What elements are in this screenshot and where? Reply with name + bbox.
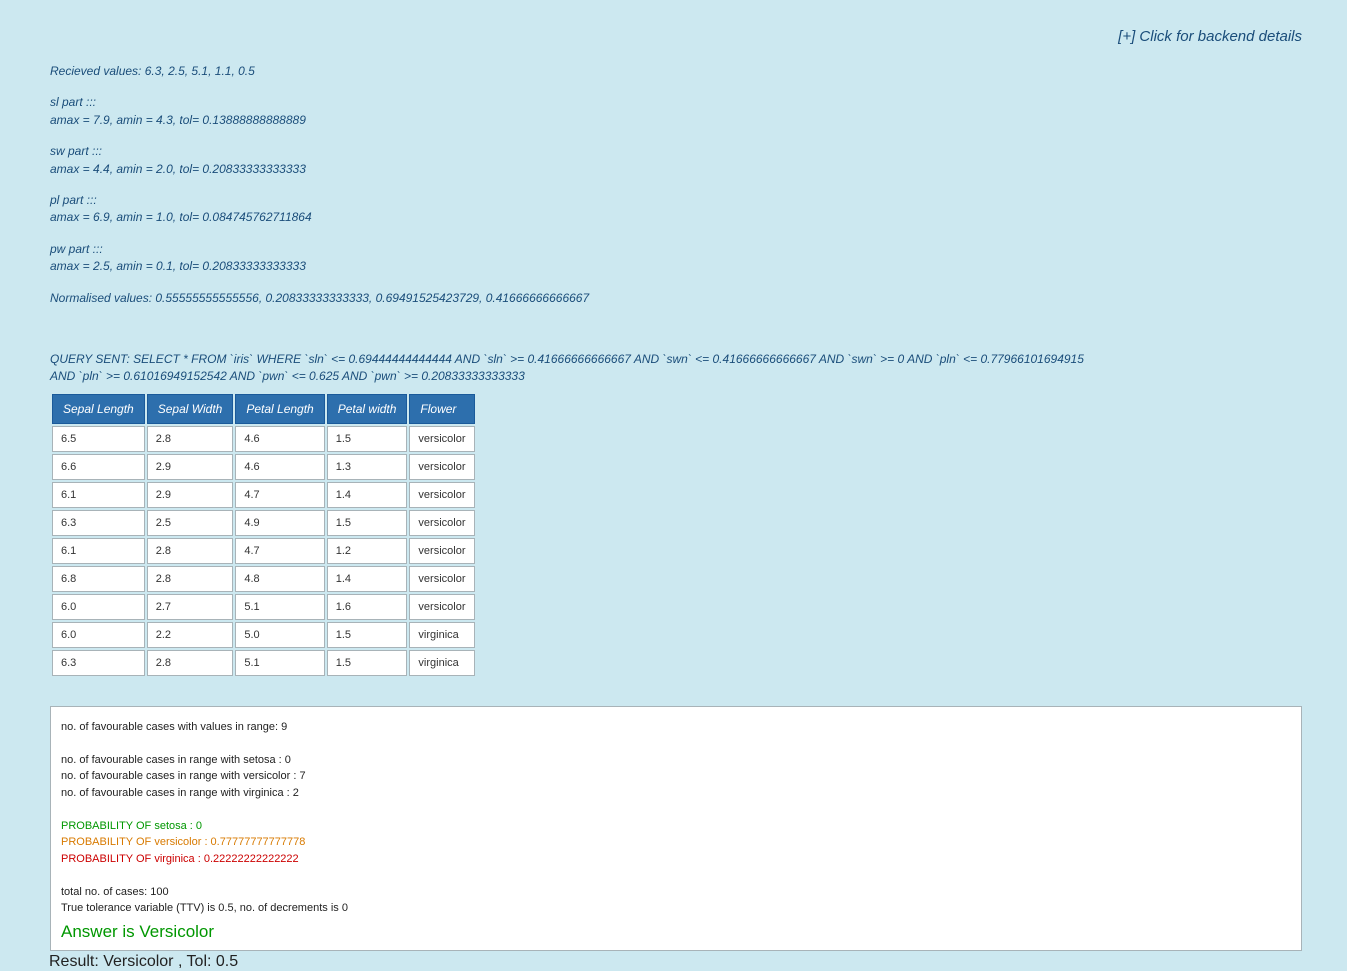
pw-part-values: amax = 2.5, amin = 0.1, tol= 0.208333333… [50, 259, 306, 273]
sl-part: sl part ::: amax = 7.9, amin = 4.3, tol=… [50, 94, 1302, 129]
table-cell: 4.9 [235, 510, 324, 536]
table-row: 6.12.84.71.2versicolor [52, 538, 475, 564]
table-cell: 4.6 [235, 454, 324, 480]
prob-versicolor: PROBABILITY OF versicolor : 0.7777777777… [61, 834, 1291, 851]
fav-virginica: no. of favourable cases in range with vi… [61, 785, 1291, 802]
table-row: 6.52.84.61.5versicolor [52, 426, 475, 452]
table-cell: 1.5 [327, 426, 408, 452]
table-cell: versicolor [409, 566, 474, 592]
table-cell: 6.3 [52, 510, 145, 536]
table-cell: 1.5 [327, 650, 408, 676]
table-cell: 2.8 [147, 650, 234, 676]
table-row: 6.32.85.11.5virginica [52, 650, 475, 676]
table-cell: 1.5 [327, 510, 408, 536]
table-cell: virginica [409, 650, 474, 676]
table-cell: versicolor [409, 538, 474, 564]
table-cell: 2.8 [147, 426, 234, 452]
table-cell: versicolor [409, 510, 474, 536]
table-cell: 2.5 [147, 510, 234, 536]
table-cell: 6.0 [52, 594, 145, 620]
normalised-values: Normalised values: 0.55555555555556, 0.2… [50, 290, 1302, 307]
prob-setosa: PROBABILITY OF setosa : 0 [61, 818, 1291, 835]
query-line-2: AND `pln` >= 0.61016949152542 AND `pwn` … [50, 369, 525, 383]
table-row: 6.12.94.71.4versicolor [52, 482, 475, 508]
table-cell: 5.1 [235, 650, 324, 676]
table-cell: 4.7 [235, 538, 324, 564]
table-cell: 2.9 [147, 454, 234, 480]
table-row: 6.02.25.01.5virginica [52, 622, 475, 648]
sl-part-label: sl part ::: [50, 95, 96, 109]
table-cell: 6.8 [52, 566, 145, 592]
total-cases: total no. of cases: 100 [61, 884, 1291, 901]
received-values: Recieved values: 6.3, 2.5, 5.1, 1.1, 0.5 [50, 63, 1302, 80]
sw-part: sw part ::: amax = 4.4, amin = 2.0, tol=… [50, 143, 1302, 178]
table-cell: 1.6 [327, 594, 408, 620]
table-cell: 2.9 [147, 482, 234, 508]
table-cell: 1.3 [327, 454, 408, 480]
pw-part-label: pw part ::: [50, 242, 103, 256]
table-cell: 6.5 [52, 426, 145, 452]
prob-virginica: PROBABILITY OF virginica : 0.22222222222… [61, 851, 1291, 868]
pw-part: pw part ::: amax = 2.5, amin = 0.1, tol=… [50, 241, 1302, 276]
sw-part-values: amax = 4.4, amin = 2.0, tol= 0.208333333… [50, 162, 306, 176]
table-cell: 6.3 [52, 650, 145, 676]
pl-part-values: amax = 6.9, amin = 1.0, tol= 0.084745762… [50, 210, 312, 224]
table-row: 6.02.75.11.6versicolor [52, 594, 475, 620]
fav-total: no. of favourable cases with values in r… [61, 719, 1291, 736]
table-header-2: Petal Length [235, 394, 324, 424]
table-cell: 2.8 [147, 538, 234, 564]
query-line-1: QUERY SENT: SELECT * FROM `iris` WHERE `… [50, 352, 1084, 366]
table-cell: 1.4 [327, 566, 408, 592]
pl-part-label: pl part ::: [50, 193, 97, 207]
table-cell: 1.5 [327, 622, 408, 648]
result-box: no. of favourable cases with values in r… [50, 706, 1302, 952]
table-cell: 1.4 [327, 482, 408, 508]
table-header-0: Sepal Length [52, 394, 145, 424]
table-cell: versicolor [409, 482, 474, 508]
table-cell: versicolor [409, 454, 474, 480]
table-row: 6.32.54.91.5versicolor [52, 510, 475, 536]
table-cell: versicolor [409, 426, 474, 452]
fav-setosa: no. of favourable cases in range with se… [61, 752, 1291, 769]
table-cell: 6.1 [52, 482, 145, 508]
ttv-line: True tolerance variable (TTV) is 0.5, no… [61, 900, 1291, 917]
sw-part-label: sw part ::: [50, 144, 102, 158]
table-cell: 6.6 [52, 454, 145, 480]
table-cell: 2.8 [147, 566, 234, 592]
table-row: 6.82.84.81.4versicolor [52, 566, 475, 592]
table-cell: 4.8 [235, 566, 324, 592]
table-cell: 4.7 [235, 482, 324, 508]
table-header-1: Sepal Width [147, 394, 234, 424]
table-row: 6.62.94.61.3versicolor [52, 454, 475, 480]
result-footer: Result: Versicolor , Tol: 0.5 [49, 953, 1302, 971]
backend-details-toggle[interactable]: [+] Click for backend details [50, 28, 1302, 45]
query-sent: QUERY SENT: SELECT * FROM `iris` WHERE `… [50, 351, 1302, 386]
table-cell: 6.1 [52, 538, 145, 564]
table-header-3: Petal width [327, 394, 408, 424]
table-cell: 4.6 [235, 426, 324, 452]
table-cell: 5.0 [235, 622, 324, 648]
table-cell: 5.1 [235, 594, 324, 620]
iris-results-table: Sepal LengthSepal WidthPetal LengthPetal… [50, 392, 477, 678]
table-cell: virginica [409, 622, 474, 648]
pl-part: pl part ::: amax = 6.9, amin = 1.0, tol=… [50, 192, 1302, 227]
table-cell: 1.2 [327, 538, 408, 564]
fav-versicolor: no. of favourable cases in range with ve… [61, 768, 1291, 785]
table-cell: 2.2 [147, 622, 234, 648]
backend-details-label: [+] Click for backend details [1118, 28, 1302, 45]
table-header-4: Flower [409, 394, 474, 424]
table-cell: 6.0 [52, 622, 145, 648]
table-cell: 2.7 [147, 594, 234, 620]
answer-line: Answer is Versicolor [61, 919, 1291, 945]
table-cell: versicolor [409, 594, 474, 620]
sl-part-values: amax = 7.9, amin = 4.3, tol= 0.138888888… [50, 113, 306, 127]
